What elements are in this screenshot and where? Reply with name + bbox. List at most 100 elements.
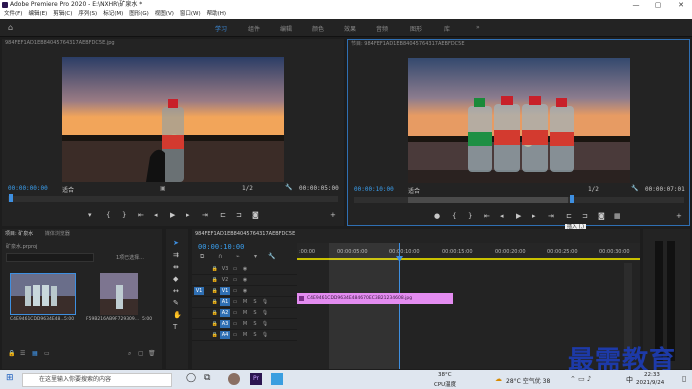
task-view-icon[interactable]: ◯ (186, 373, 196, 383)
source-playhead[interactable] (9, 194, 13, 202)
source-play-icon[interactable]: ▶ (170, 211, 175, 219)
timeline-timecode[interactable]: 00:00:10:00 (198, 243, 244, 251)
source-marker-icon[interactable]: ▾ (88, 211, 92, 219)
workspace-editing[interactable]: 编辑 (280, 24, 292, 33)
menu-sequence[interactable]: 序列(S) (78, 11, 97, 17)
menu-file[interactable]: 文件(F) (4, 11, 22, 17)
windows-start-icon[interactable]: ⊞ (6, 373, 14, 383)
program-goto-in-icon[interactable]: ⇤ (484, 212, 490, 220)
program-marker-icon[interactable]: ● (434, 212, 440, 220)
add-marker-icon[interactable]: ▾ (254, 253, 257, 260)
list-view-icon[interactable]: ☰ (20, 350, 25, 357)
track-a4-solo[interactable]: S (250, 331, 260, 339)
track-a4-mute[interactable]: M (240, 331, 250, 339)
source-step-back-icon[interactable]: ◂ (154, 211, 158, 219)
icon-view-icon[interactable]: ▦ (32, 350, 38, 357)
timeline-clip[interactable]: C4E9461CDD9634E484670EC3B21234608.jpg (297, 293, 453, 304)
program-playhead[interactable] (570, 195, 574, 203)
search-icon[interactable]: ⌕ (128, 350, 131, 358)
minimize-button[interactable]: — (630, 0, 642, 10)
program-wrench-icon[interactable]: 🔧 (631, 185, 638, 192)
workspace-assembly[interactable]: 组件 (248, 24, 260, 33)
menu-view[interactable]: 视图(V) (155, 11, 174, 17)
track-a2-mute[interactable]: M (240, 309, 250, 317)
pen-tool-icon[interactable]: ✎ (173, 299, 179, 307)
program-resolution-select[interactable]: 1/2 (588, 186, 599, 193)
timeline-wrench-icon[interactable]: 🔧 (268, 253, 275, 260)
workspace-color[interactable]: 颜色 (312, 24, 324, 33)
linked-select-icon[interactable]: ⌁ (236, 253, 240, 260)
maximize-button[interactable]: ▢ (652, 0, 664, 10)
track-a3-mute[interactable]: M (240, 320, 250, 328)
source-camera-icon[interactable]: ◙ (252, 211, 259, 219)
workspace-audio[interactable]: 音频 (376, 24, 388, 33)
project-thumbnail-2[interactable] (100, 273, 138, 315)
notification-icon[interactable]: ▯ (682, 374, 686, 383)
menu-window[interactable]: 窗口(W) (180, 11, 201, 17)
source-add-button-icon[interactable]: + (330, 211, 336, 219)
lock-icon[interactable]: 🔒 (8, 350, 15, 357)
menu-clip[interactable]: 剪辑(C) (53, 11, 72, 17)
project-thumbnail-1[interactable] (10, 273, 76, 315)
taskbar-search-input[interactable]: 在这里输入你要搜索的内容 (22, 373, 172, 387)
close-button[interactable]: ✕ (675, 0, 687, 10)
project-search-input[interactable] (6, 253, 94, 262)
ime-indicator[interactable]: 中 (626, 375, 633, 385)
program-add-button-icon[interactable]: + (676, 212, 682, 220)
source-mark-in-icon[interactable]: { (106, 211, 110, 219)
track-a1-solo[interactable]: S (250, 298, 260, 306)
track-v3-label[interactable]: V3 (220, 265, 230, 273)
source-goto-in-icon[interactable]: ⇤ (138, 211, 144, 219)
track-a3-label[interactable]: A3 (220, 320, 230, 328)
selection-tool-icon[interactable]: ➤ (173, 239, 179, 247)
track-a2-label[interactable]: A2 (220, 309, 230, 317)
mic-icon[interactable]: 🎙 (260, 331, 270, 339)
source-overwrite-icon[interactable]: ⊐ (236, 211, 242, 219)
track-a1-mute[interactable]: M (240, 298, 250, 306)
type-tool-icon[interactable]: T (173, 323, 177, 331)
program-camera-icon[interactable]: ◙ (598, 212, 605, 220)
weather-text[interactable]: 28°C 空气优 38 (506, 376, 550, 385)
menu-help[interactable]: 帮助(H) (207, 11, 226, 17)
workspace-effects[interactable]: 效果 (344, 24, 356, 33)
track-a3-solo[interactable]: S (250, 320, 260, 328)
ripple-edit-tool-icon[interactable]: ⇹ (173, 263, 179, 271)
source-insert-icon[interactable]: ⊏ (220, 211, 226, 219)
clock-time[interactable]: 22:33 (644, 372, 660, 378)
program-lift-icon[interactable]: ⊏ (566, 212, 572, 220)
workspace-graphics[interactable]: 图形 (410, 24, 422, 33)
timeline-sequence-tab[interactable]: 984FEF1AD1EB84045764317AEBFDC5E (192, 229, 640, 240)
tab-media-browser[interactable]: 媒体浏览器 (45, 231, 70, 237)
slip-tool-icon[interactable]: ↔ (173, 287, 179, 295)
program-step-back-icon[interactable]: ◂ (500, 212, 504, 220)
tab-project[interactable]: 项目: 矿泉水 (5, 231, 33, 237)
freeform-view-icon[interactable]: ▭ (44, 350, 50, 357)
source-fit-select[interactable]: 适合 (62, 185, 74, 194)
source-step-forward-icon[interactable]: ▸ (186, 211, 190, 219)
track-a2-solo[interactable]: S (250, 309, 260, 317)
mic-icon[interactable]: 🎙 (260, 320, 270, 328)
track-v1-label[interactable]: V1 (220, 287, 230, 295)
home-icon[interactable]: ⌂ (8, 23, 13, 32)
browser-taskbar-icon[interactable] (271, 373, 283, 385)
mic-icon[interactable]: 🎙 (260, 309, 270, 317)
track-a4-label[interactable]: A4 (220, 331, 230, 339)
source-timecode[interactable]: 00:00:00:00 (8, 185, 48, 192)
source-resolution-select[interactable]: 1/2 (242, 185, 253, 192)
source-settings-icon[interactable]: ▣ (160, 185, 166, 192)
source-scrub-bar[interactable] (8, 196, 338, 202)
premiere-taskbar-icon[interactable]: Pr (250, 373, 262, 385)
wrench-icon[interactable]: 🔧 (285, 184, 292, 191)
tray-icons[interactable]: ⌃ ▭ ♪ (570, 375, 591, 383)
new-bin-icon[interactable]: ▢ (138, 350, 144, 357)
trash-icon[interactable]: 🗑 (148, 350, 156, 357)
workspace-libraries[interactable]: 库 (444, 24, 450, 33)
menu-graphics[interactable]: 图形(G) (129, 11, 149, 17)
program-fit-select[interactable]: 适合 (408, 186, 420, 195)
track-a1-label[interactable]: A1 (220, 298, 230, 306)
track-v2-label[interactable]: V2 (220, 276, 230, 284)
widgets-icon[interactable]: ⧉ (204, 373, 210, 383)
workspace-more-icon[interactable]: » (476, 24, 480, 31)
program-step-forward-icon[interactable]: ▸ (532, 212, 536, 220)
avatar-app-icon[interactable] (228, 373, 240, 385)
